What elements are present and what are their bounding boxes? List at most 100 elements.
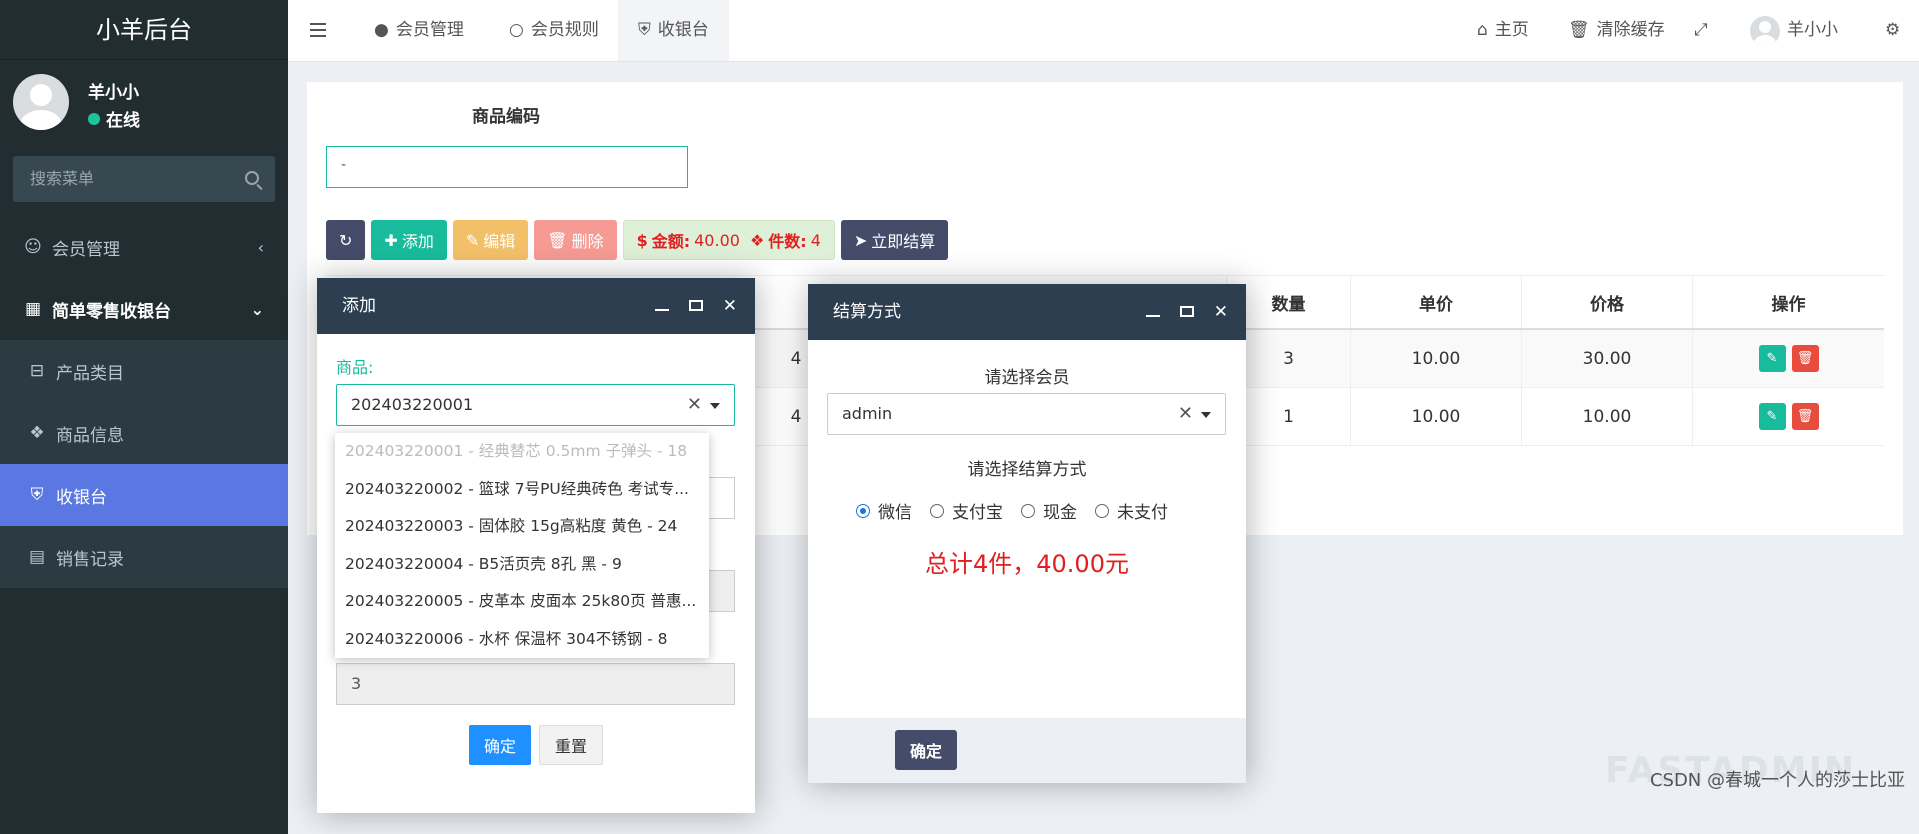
chevron-left-icon: ‹ [257, 237, 264, 257]
member-label: 请选择会员 [984, 368, 1070, 388]
add-dialog-titlebar[interactable]: 添加 ✕ [317, 278, 755, 334]
compass-icon: ➤ [853, 230, 868, 250]
add-button[interactable]: ✚ 添加 [371, 220, 447, 260]
row-delete-button[interactable]: 🗑 [1791, 345, 1819, 372]
sidebar-item-label: 收银台 [56, 487, 107, 508]
tab-member-management[interactable]: ● 会员管理 [366, 0, 472, 61]
row-edit-button[interactable]: ✎ [1758, 403, 1786, 430]
fullscreen-button[interactable]: ⤢ [1694, 0, 1708, 61]
payment-confirm-button[interactable]: 确定 [895, 730, 958, 770]
sidebar-item-member-management[interactable]: ☺ 会员管理 ‹ [0, 216, 288, 278]
checkout-button[interactable]: ➤ 立即结算 [840, 220, 949, 260]
tab-member-rules[interactable]: ○ 会员规则 [501, 0, 607, 61]
table-cell-unit-price: 10.00 [1350, 330, 1521, 387]
table-header-unit-price: 单价 [1350, 276, 1521, 328]
count-label: 件数: [768, 232, 807, 251]
payment-option-label: 未支付 [1117, 503, 1168, 523]
row-edit-button[interactable]: ✎ [1758, 345, 1786, 372]
maximize-icon[interactable] [688, 300, 703, 311]
product-code-input[interactable]: - [326, 146, 688, 188]
edit-button-label: 编辑 [483, 232, 516, 251]
close-icon[interactable]: ✕ [1214, 284, 1228, 340]
add-reset-button[interactable]: 重置 [539, 725, 604, 765]
payment-option-cash[interactable]: 现金 [1021, 498, 1077, 523]
radio-button[interactable] [1021, 503, 1035, 518]
sidebar-item-label: 商品信息 [56, 425, 124, 446]
clear-icon[interactable]: ✕ [687, 394, 702, 415]
member-select[interactable]: admin ✕ [827, 393, 1226, 435]
trash-icon: 🗑 [547, 230, 568, 250]
table-header-price: 价格 [1521, 276, 1692, 328]
dropdown-option[interactable]: 202403220006 - 水杯 保温杯 304不锈钢 - 8 [335, 621, 709, 659]
tab-cashier[interactable]: ⛨ 收银台 [618, 0, 729, 61]
caret-down-icon[interactable] [710, 403, 720, 409]
minimize-icon[interactable] [654, 309, 669, 311]
user-status-text: 在线 [106, 111, 140, 131]
sidebar-item-label: 销售记录 [56, 549, 124, 570]
product-select[interactable]: 202403220001 ✕ [336, 384, 735, 426]
avatar [1750, 15, 1780, 46]
sidebar-menu: ☺ 会员管理 ‹ ▦ 简单零售收银台 ⌄ ⊟ 产品类目 ❖ 商品信息 ⛨ 收银台… [0, 216, 288, 588]
minimize-icon[interactable] [1145, 315, 1160, 317]
pencil-icon: ✎ [465, 230, 480, 250]
add-confirm-button[interactable]: 确定 [469, 725, 532, 765]
user-panel: 羊小小 在线 [0, 60, 288, 148]
payment-option-alipay[interactable]: 支付宝 [930, 498, 1003, 523]
radio-button[interactable] [1095, 503, 1109, 518]
user-name: 羊小小 [88, 83, 139, 103]
payment-option-label: 微信 [878, 503, 912, 523]
refresh-button[interactable]: ↻ [326, 220, 366, 260]
sidebar-item-sales-records[interactable]: ▤ 销售记录 [0, 526, 288, 588]
dropdown-option[interactable]: 202403220004 - B5活页壳 8孔 黑 - 9 [335, 546, 709, 584]
edit-button[interactable]: ✎ 编辑 [452, 220, 529, 260]
expand-icon: ⤢ [1694, 20, 1708, 40]
search-icon[interactable] [245, 171, 259, 185]
sidebar-item-product-category[interactable]: ⊟ 产品类目 [0, 340, 288, 402]
avatar [13, 74, 69, 130]
payment-method-group: 微信 支付宝 现金 未支付 [856, 498, 1168, 523]
payment-option-wechat[interactable]: 微信 [856, 498, 912, 523]
clear-cache-label: 清除缓存 [1596, 20, 1665, 40]
sidebar-item-cashier[interactable]: ⛨ 收银台 [0, 464, 288, 526]
row-delete-button[interactable]: 🗑 [1791, 403, 1819, 430]
sidebar-item-retail-cashier[interactable]: ▦ 简单零售收银台 ⌄ [0, 278, 288, 340]
clear-cache-link[interactable]: 🗑 清除缓存 [1568, 0, 1665, 61]
product-dropdown: 202403220001 - 经典替芯 0.5mm 子弹头 - 18 20240… [335, 433, 709, 658]
file-text-icon: ▤ [28, 547, 46, 567]
caret-down-icon[interactable] [1201, 412, 1211, 418]
trash-icon: 🗑 [1796, 409, 1814, 424]
tab-label: 会员规则 [530, 20, 599, 40]
gear-icon: ⚙ [1885, 20, 1901, 40]
menu-toggle-icon[interactable] [310, 23, 326, 37]
sidebar-item-label: 产品类目 [56, 363, 124, 384]
dropdown-option[interactable]: 202403220001 - 经典替芯 0.5mm 子弹头 - 18 [335, 433, 709, 471]
settings-button[interactable]: ⚙ [1885, 0, 1900, 61]
home-link[interactable]: ⌂ 主页 [1477, 0, 1529, 61]
sidebar-item-product-info[interactable]: ❖ 商品信息 [0, 402, 288, 464]
dropdown-option[interactable]: 202403220002 - 篮球 7号PU经典砖色 考试专... [335, 471, 709, 509]
menu-search-input[interactable]: 搜索菜单 [13, 156, 275, 202]
dropdown-option[interactable]: 202403220005 - 皮革本 皮面本 25k80页 普惠... [335, 583, 709, 621]
add-dialog-title: 添加 [342, 296, 376, 316]
payment-option-unpaid[interactable]: 未支付 [1095, 498, 1168, 523]
table-cell-actions: ✎ 🗑 [1692, 330, 1884, 387]
member-select-value: admin [842, 404, 893, 423]
payment-dialog-titlebar[interactable]: 结算方式 ✕ [808, 284, 1246, 340]
chevron-down-icon: ⌄ [250, 299, 264, 319]
close-icon[interactable]: ✕ [723, 278, 737, 334]
maximize-icon[interactable] [1179, 306, 1194, 317]
radio-button[interactable] [856, 503, 870, 518]
map-icon: ▦ [24, 299, 42, 319]
amount-label: 金额: [651, 232, 691, 251]
payment-dialog-title: 结算方式 [833, 302, 901, 322]
count-value: 4 [810, 230, 821, 250]
quantity-input[interactable]: 3 [336, 663, 735, 705]
clear-icon[interactable]: ✕ [1178, 403, 1193, 424]
dropdown-option[interactable]: 202403220003 - 固体胶 15g高粘度 黄色 - 24 [335, 508, 709, 546]
table-cell-price: 10.00 [1521, 388, 1692, 445]
delete-button[interactable]: 🗑 删除 [534, 220, 617, 260]
user-menu[interactable]: 羊小小 [1750, 0, 1838, 61]
sidebar-submenu: ⊟ 产品类目 ❖ 商品信息 ⛨ 收银台 ▤ 销售记录 [0, 340, 288, 588]
radio-button[interactable] [930, 503, 944, 518]
brand-logo[interactable]: 小羊后台 [0, 0, 288, 60]
